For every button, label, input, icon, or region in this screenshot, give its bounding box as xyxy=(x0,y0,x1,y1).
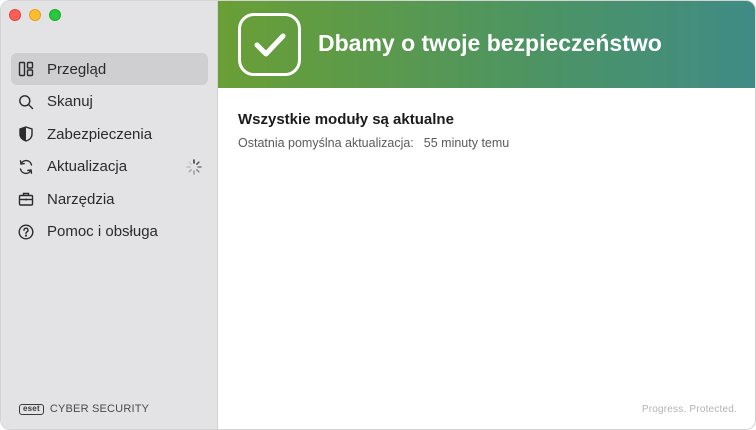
app-window: Przegląd Skanuj Zabezpieczenia Aktualiza… xyxy=(0,0,756,430)
checkmark-icon xyxy=(238,13,301,76)
modules-status-title: Wszystkie moduły są aktualne xyxy=(238,111,454,128)
sidebar-item-scan[interactable]: Skanuj xyxy=(11,86,208,118)
sidebar-item-label: Zabezpieczenia xyxy=(47,125,153,143)
sidebar-item-label: Przegląd xyxy=(47,60,107,78)
sidebar-item-label: Pomoc i obsługa xyxy=(47,223,158,241)
last-update-label: Ostatnia pomyślna aktualizacja: xyxy=(238,136,414,150)
sidebar-item-label: Aktualizacja xyxy=(47,158,128,176)
update-status-panel: Wszystkie moduły są aktualne Ostatnia po… xyxy=(238,111,738,150)
help-icon xyxy=(18,224,34,240)
sidebar: Przegląd Skanuj Zabezpieczenia Aktualiza… xyxy=(1,1,218,429)
shield-icon xyxy=(18,126,34,142)
sidebar-item-label: Skanuj xyxy=(47,93,93,111)
loading-spinner-icon xyxy=(186,159,202,175)
layout-icon xyxy=(18,61,34,77)
briefcase-icon xyxy=(18,191,34,207)
last-update-value: 55 minuty temu xyxy=(423,136,510,150)
sidebar-item-protection[interactable]: Zabezpieczenia xyxy=(11,118,208,150)
window-controls xyxy=(9,9,61,21)
status-title: Dbamy o twoje bezpieczeństwo xyxy=(318,30,662,56)
tagline: Progress. Protected. xyxy=(641,404,737,415)
product-name: CYBER SECURITY xyxy=(49,403,150,415)
sidebar-item-overview[interactable]: Przegląd xyxy=(11,53,208,85)
minimize-button[interactable] xyxy=(29,9,41,21)
sidebar-nav: Przegląd Skanuj Zabezpieczenia Aktualiza… xyxy=(11,53,208,249)
refresh-icon xyxy=(18,159,34,175)
zoom-button[interactable] xyxy=(49,9,61,21)
sidebar-item-help[interactable]: Pomoc i obsługa xyxy=(11,216,208,248)
sidebar-item-label: Narzędzia xyxy=(47,190,115,208)
sidebar-item-update[interactable]: Aktualizacja xyxy=(11,151,208,183)
sidebar-item-tools[interactable]: Narzędzia xyxy=(11,183,208,215)
last-update-row: Ostatnia pomyślna aktualizacja: 55 minut… xyxy=(238,136,738,150)
status-banner: Dbamy o twoje bezpieczeństwo xyxy=(218,1,755,88)
search-icon xyxy=(18,94,34,110)
close-button[interactable] xyxy=(9,9,21,21)
product-brand: eset CYBER SECURITY xyxy=(19,403,149,415)
eset-logo: eset xyxy=(19,403,44,415)
